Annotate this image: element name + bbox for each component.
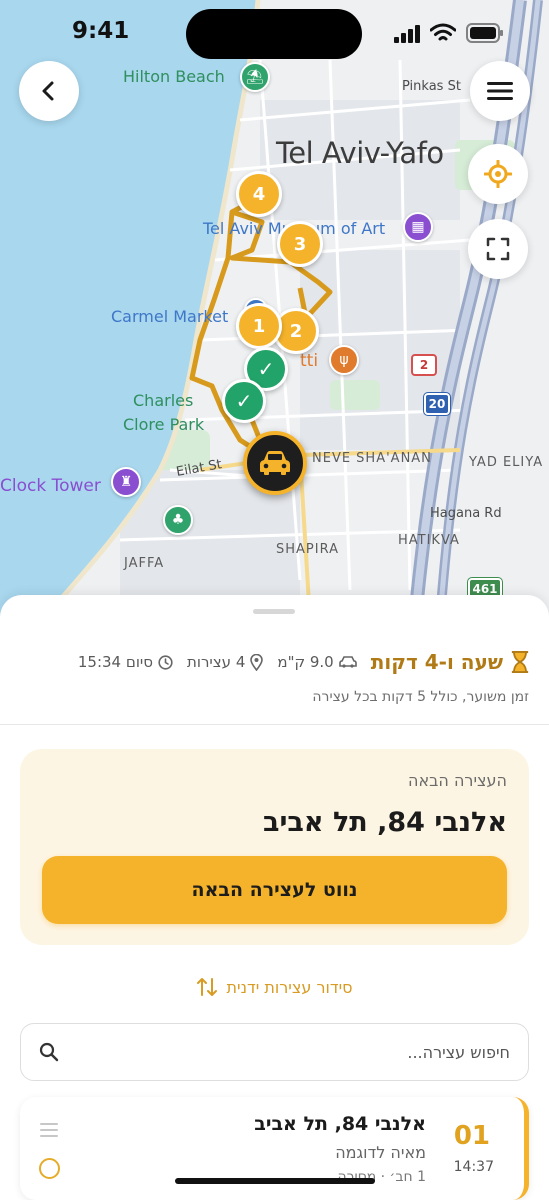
back-button[interactable] <box>19 61 79 121</box>
search-icon <box>39 1042 59 1062</box>
drag-handle-icon[interactable] <box>40 1123 58 1141</box>
area-label-neve-shaanan: NEVE SHA'ANAN <box>312 451 432 466</box>
route-distance-text: 9.0 ק"מ <box>277 653 334 671</box>
area-label-jaffa: JAFFA <box>124 556 165 571</box>
battery-icon <box>466 23 503 43</box>
street-label-pinkas: Pinkas St <box>402 79 461 94</box>
map-city-label: Tel Aviv-Yafo <box>276 136 444 170</box>
menu-button[interactable] <box>470 61 530 121</box>
car-icon <box>260 451 290 475</box>
clock-tower-pin-icon[interactable]: ♜ <box>111 467 141 497</box>
manual-reorder-button[interactable]: סידור עצירות ידנית <box>0 977 549 997</box>
sheet-grabber-handle[interactable] <box>253 609 295 614</box>
locate-me-button[interactable] <box>468 144 528 204</box>
summary-divider <box>0 724 549 725</box>
stop-search-input[interactable]: חיפוש עצירה... <box>20 1023 529 1081</box>
stop-address: אלנבי 84, תל אביב <box>254 1113 426 1135</box>
area-label-hatikva: HATIKVA <box>398 533 460 548</box>
navigate-next-stop-button[interactable]: נווט לעצירה הבאה <box>42 856 507 924</box>
car-outline-icon <box>338 656 357 668</box>
home-indicator[interactable] <box>175 1178 375 1184</box>
poi-label-charles-clore-line2: Clore Park <box>123 415 205 434</box>
route-estimate-note: זמן משוער, כולל 5 דקות בכל עצירה <box>312 689 529 705</box>
poi-label-hilton-beach: Hilton Beach <box>123 67 225 86</box>
poi-label-restaurant-fragment: tti <box>300 351 319 371</box>
signal-icon <box>394 25 420 43</box>
street-label-hagana: Hagana Rd <box>430 506 502 521</box>
route-duration: שעה ו-4 דקות <box>371 650 529 674</box>
area-label-shapira: SHAPIRA <box>276 542 339 557</box>
status-time: 9:41 <box>72 18 130 44</box>
route-bottom-sheet[interactable]: שעה ו-4 דקות 9.0 ק"מ 4 עצירות סיום 15:34… <box>0 595 549 1200</box>
chevron-left-icon <box>42 81 54 101</box>
manual-reorder-label: סידור עצירות ידנית <box>226 977 353 997</box>
museum-pin-icon[interactable]: ▦ <box>403 212 433 242</box>
route-stop-count: 4 עצירות <box>187 653 264 671</box>
vehicle-position-marker[interactable] <box>243 431 307 495</box>
wifi-icon <box>430 23 456 41</box>
route-end-time-text: סיום 15:34 <box>77 653 153 671</box>
beach-pin-icon[interactable]: ⛱ <box>240 62 270 92</box>
park-pin-icon[interactable]: ♣ <box>163 505 193 535</box>
locate-icon <box>484 160 512 188</box>
menu-icon <box>487 82 513 100</box>
next-stop-card: העצירה הבאה אלנבי 84, תל אביב נווט לעציר… <box>20 749 529 945</box>
poi-label-clock-tower: Clock Tower <box>0 476 101 496</box>
route-map[interactable]: Tel Aviv-Yafo Hilton Beach Tel Aviv Muse… <box>0 0 549 620</box>
poi-label-carmel-market: Carmel Market <box>111 307 229 326</box>
completed-stop-check-icon[interactable]: ✓ <box>222 379 266 423</box>
stop-complete-checkbox[interactable] <box>39 1158 60 1179</box>
stop-sequence-number: 01 <box>453 1121 490 1151</box>
fit-route-button[interactable] <box>468 219 528 279</box>
hourglass-icon <box>511 651 529 673</box>
status-bar: 9:41 <box>0 0 549 62</box>
stop-customer-name: מאיה לדוגמה <box>335 1143 426 1162</box>
restaurant-pin-icon[interactable]: ψ <box>329 345 359 375</box>
route-stop-count-text: 4 עצירות <box>187 653 246 671</box>
stop-search-placeholder: חיפוש עצירה... <box>407 1042 510 1062</box>
route-summary: שעה ו-4 דקות 9.0 ק"מ 4 עצירות סיום 15:34 <box>20 647 529 677</box>
poi-label-charles-clore-line1: Charles <box>133 391 194 410</box>
clock-icon <box>158 654 173 670</box>
dynamic-island <box>186 9 362 59</box>
route-end-time: סיום 15:34 <box>78 653 173 671</box>
fit-bounds-icon <box>486 237 510 261</box>
next-stop-address: אלנבי 84, תל אביב <box>263 807 507 838</box>
next-stop-caption: העצירה הבאה <box>408 771 507 790</box>
stop-eta: 14:37 <box>453 1159 494 1175</box>
area-label-yad-eliyahu: YAD ELIYA <box>469 455 544 470</box>
route-duration-text: שעה ו-4 דקות <box>370 650 503 674</box>
location-pin-icon <box>250 653 264 671</box>
swap-vertical-icon <box>197 978 218 996</box>
map-stop-marker-4[interactable]: 4 <box>236 171 282 217</box>
map-stop-marker-1[interactable]: 1 <box>236 303 282 349</box>
map-stop-marker-3[interactable]: 3 <box>277 221 323 267</box>
stop-list-item[interactable]: 01 14:37 אלנבי 84, תל אביב מאיה לדוגמה 1… <box>20 1097 529 1200</box>
route-distance: 9.0 ק"מ <box>277 653 357 671</box>
road-shield-2: 2 <box>411 354 437 376</box>
road-shield-20: 20 <box>423 392 451 416</box>
